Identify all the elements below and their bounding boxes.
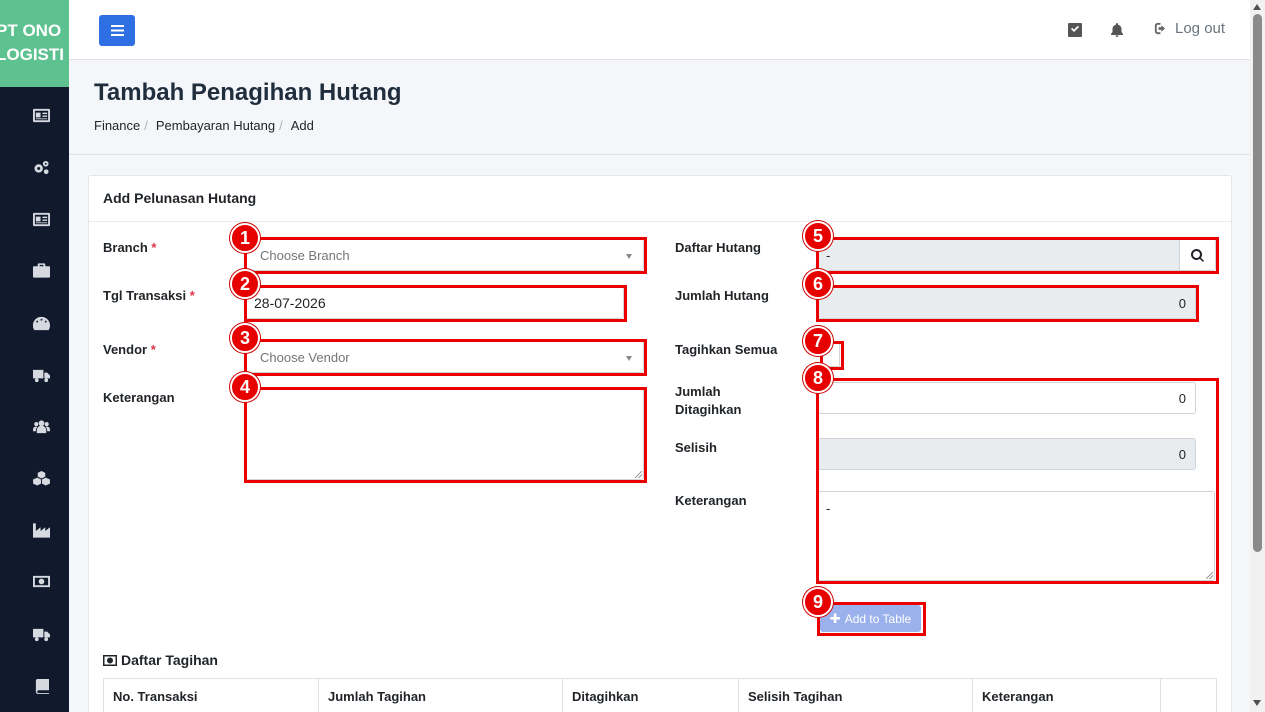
keterangan-textarea[interactable] (246, 389, 644, 480)
bell-icon[interactable] (1110, 23, 1124, 37)
table-header-row: No. Transaksi Jumlah Tagihan Ditagihkan … (103, 678, 1217, 712)
jumlah-ditagihkan-input[interactable]: 0 (818, 382, 1196, 414)
search-button[interactable] (1179, 239, 1216, 271)
selisih-input: 0 (818, 438, 1196, 470)
jumlah-ditagihkan-label: Jumlah Ditagihkan (675, 384, 742, 417)
breadcrumb-item-finance[interactable]: Finance (94, 118, 140, 133)
column-header-no-transaksi: No. Transaksi (104, 679, 319, 712)
annotation-badge-7: 7 (803, 326, 833, 356)
top-navbar: Log out (69, 0, 1250, 60)
annotation-badge-6: 6 (803, 269, 833, 299)
truck-icon[interactable] (32, 367, 50, 383)
sidebar: PT ONO LOGISTI (0, 0, 69, 712)
page-scrollbar[interactable] (1250, 0, 1265, 712)
brand-line-2: LOGISTI (0, 45, 64, 64)
annotation-badge-2: 2 (230, 269, 260, 299)
money-icon[interactable] (32, 573, 50, 589)
breadcrumb: Finance / Pembayaran Hutang / Add (94, 118, 314, 133)
branch-select[interactable]: Choose Branch (246, 239, 644, 271)
vendor-placeholder: Choose Vendor (260, 349, 350, 365)
column-header-ditagihkan: Ditagihkan (563, 679, 739, 712)
keterangan-right-label: Keterangan (675, 493, 747, 508)
tachometer-icon[interactable] (32, 315, 50, 331)
check-square-icon[interactable] (1068, 23, 1082, 37)
logout-button[interactable]: Log out (1153, 20, 1225, 37)
jumlah-hutang-input[interactable]: 0 (818, 287, 1196, 319)
branch-label: Branch * (103, 240, 157, 255)
table-title: Daftar Tagihan (103, 652, 218, 668)
cubes-icon[interactable] (32, 470, 50, 486)
cogs-icon[interactable] (32, 159, 50, 175)
page-title: Tambah Penagihan Hutang (94, 79, 402, 106)
annotation-badge-9: 9 (803, 587, 833, 617)
id-card-icon[interactable] (32, 107, 50, 123)
jumlah-ditagihkan-value: 0 (1178, 390, 1186, 406)
card-title: Add Pelunasan Hutang (103, 190, 257, 206)
users-icon[interactable] (32, 418, 50, 434)
breadcrumb-item-add: Add (290, 118, 314, 133)
breadcrumb-item-pembayaran-hutang[interactable]: Pembayaran Hutang (156, 118, 275, 133)
resize-handle[interactable] (635, 471, 642, 478)
caret-down-icon (626, 356, 632, 361)
column-header-selisih-tagihan: Selisih Tagihan (739, 679, 973, 712)
annotation-badge-8: 8 (803, 363, 833, 393)
add-to-table-button[interactable]: ✚ Add to Table (820, 605, 921, 632)
logout-label: Log out (1175, 20, 1226, 37)
tgl-transaksi-input[interactable]: 28-07-2026 (246, 287, 624, 319)
column-header-keterangan: Keterangan (973, 679, 1161, 712)
selisih-label: Selisih (675, 440, 717, 455)
daftar-hutang-input[interactable]: - (818, 239, 1180, 271)
briefcase-icon[interactable] (32, 262, 50, 278)
annotation-badge-4: 4 (230, 372, 260, 402)
keterangan-right-value: - (826, 501, 831, 516)
vendor-label: Vendor * (103, 342, 156, 357)
jumlah-hutang-label: Jumlah Hutang (675, 288, 769, 303)
branch-placeholder: Choose Branch (260, 247, 350, 263)
search-icon (1191, 248, 1204, 262)
caret-down-icon (626, 254, 632, 259)
scroll-down-icon[interactable] (1253, 700, 1261, 706)
add-to-table-label: Add to Table (844, 611, 912, 626)
scroll-up-icon[interactable] (1253, 4, 1261, 10)
brand-line-1: PT ONO (0, 21, 62, 40)
keterangan-label: Keterangan (103, 390, 175, 405)
menu-toggle-button[interactable] (99, 15, 135, 46)
annotation-badge-3: 3 (230, 323, 260, 353)
daftar-hutang-value: - (826, 247, 831, 263)
resize-handle[interactable] (1206, 572, 1213, 579)
sign-out-icon (1154, 22, 1166, 35)
book-icon[interactable] (32, 678, 50, 694)
scrollbar-thumb[interactable] (1253, 14, 1262, 552)
money-icon (103, 654, 117, 666)
industry-icon[interactable] (32, 522, 50, 538)
jumlah-hutang-value: 0 (1178, 295, 1186, 311)
plus-icon: ✚ (829, 610, 841, 626)
bars-icon (110, 25, 124, 36)
daftar-hutang-label: Daftar Hutang (675, 240, 761, 255)
annotation-badge-5: 5 (803, 221, 833, 251)
tagihkan-semua-label: Tagihkan Semua (675, 342, 778, 357)
keterangan-right-textarea[interactable]: - (818, 491, 1215, 581)
tgl-transaksi-label: Tgl Transaksi * (103, 288, 195, 303)
annotation-badge-1: 1 (230, 223, 260, 253)
vendor-select[interactable]: Choose Vendor (246, 341, 644, 373)
brand-logo[interactable]: PT ONO LOGISTI (0, 0, 69, 87)
id-card-icon[interactable] (32, 211, 50, 227)
column-header-jumlah-tagihan: Jumlah Tagihan (319, 679, 563, 712)
column-header-actions (1161, 679, 1216, 712)
selisih-value: 0 (1178, 446, 1186, 462)
truck-icon[interactable] (32, 626, 50, 642)
tgl-transaksi-value: 28-07-2026 (254, 295, 326, 311)
